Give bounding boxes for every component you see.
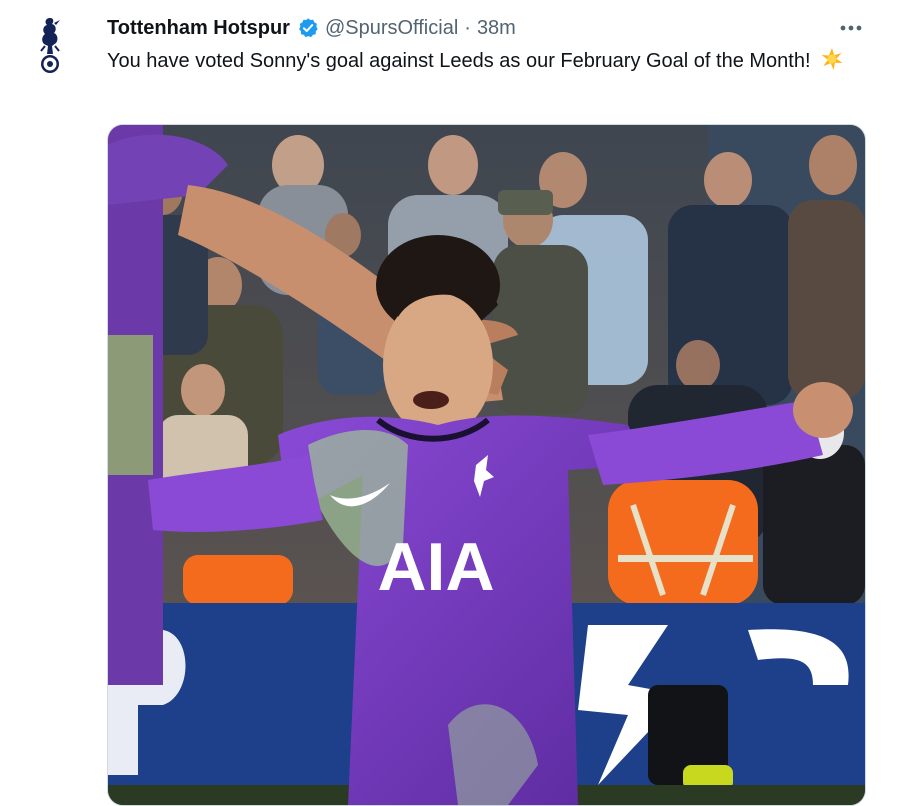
more-options-icon	[840, 25, 862, 31]
shirt-sponsor-text: AIA	[377, 529, 494, 605]
tweet-media-image[interactable]: AIA	[107, 124, 866, 806]
author-name[interactable]: Tottenham Hotspur	[107, 17, 290, 40]
star-emoji-icon	[820, 47, 844, 79]
more-options-button[interactable]	[834, 16, 868, 40]
separator-dot: ·	[464, 16, 471, 39]
tweet-header: Tottenham Hotspur @SpursOfficial · 38m	[107, 16, 516, 40]
tweet[interactable]: Tottenham Hotspur @SpursOfficial · 38m Y…	[0, 0, 900, 806]
tweet-text: You have voted Sonny's goal against Leed…	[107, 47, 847, 79]
avatar[interactable]	[28, 14, 76, 78]
verified-badge-icon	[297, 17, 319, 39]
tweet-body: You have voted Sonny's goal against Leed…	[107, 50, 811, 72]
author-handle[interactable]: @SpursOfficial	[325, 17, 458, 40]
tweet-timestamp[interactable]: 38m	[477, 17, 516, 40]
spurs-cockerel-logo-icon	[40, 18, 60, 73]
